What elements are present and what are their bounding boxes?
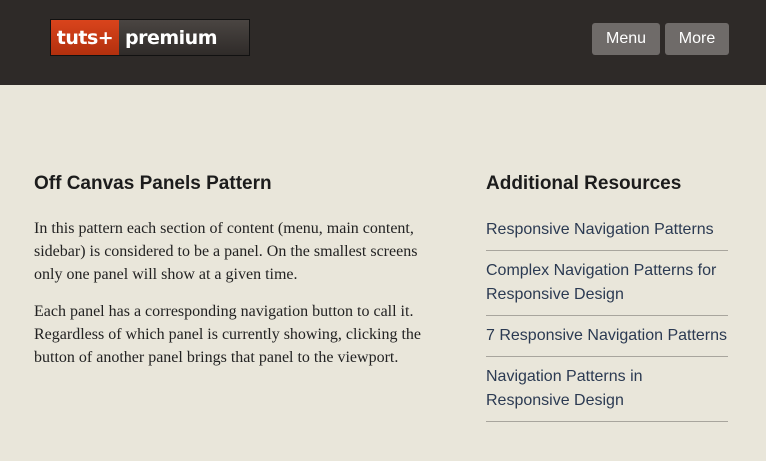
detail-paragraph: Each panel has a corresponding navigatio… xyxy=(34,303,422,366)
resource-link-2[interactable]: Complex Navigation Patterns for Responsi… xyxy=(486,262,716,303)
tuts-premium-logo[interactable]: tuts+ premium xyxy=(50,19,250,56)
list-item: Complex Navigation Patterns for Responsi… xyxy=(486,251,728,316)
intro-paragraph: In this pattern each section of content … xyxy=(34,220,418,283)
resource-link-1[interactable]: Responsive Navigation Patterns xyxy=(486,221,714,238)
sidebar: Additional Resources Responsive Navigati… xyxy=(486,172,728,422)
logo-premium-part: premium xyxy=(119,20,249,55)
sidebar-title: Additional Resources xyxy=(486,173,682,194)
list-item: Navigation Patterns in Responsive Design xyxy=(486,357,728,422)
resource-link-4[interactable]: Navigation Patterns in Responsive Design xyxy=(486,368,643,409)
list-item: 7 Responsive Navigation Patterns xyxy=(486,316,728,357)
main-content: Off Canvas Panels Pattern In this patter… xyxy=(34,172,444,383)
resource-link-3[interactable]: 7 Responsive Navigation Patterns xyxy=(486,327,727,344)
top-bar: tuts+ premium Menu More xyxy=(0,0,766,85)
more-button[interactable]: More xyxy=(665,23,729,55)
logo-tuts-part: tuts+ xyxy=(51,20,119,55)
resource-list: Responsive Navigation Patterns Complex N… xyxy=(486,210,728,422)
page-title: Off Canvas Panels Pattern xyxy=(34,173,272,194)
list-item: Responsive Navigation Patterns xyxy=(486,210,728,251)
menu-button[interactable]: Menu xyxy=(592,23,660,55)
